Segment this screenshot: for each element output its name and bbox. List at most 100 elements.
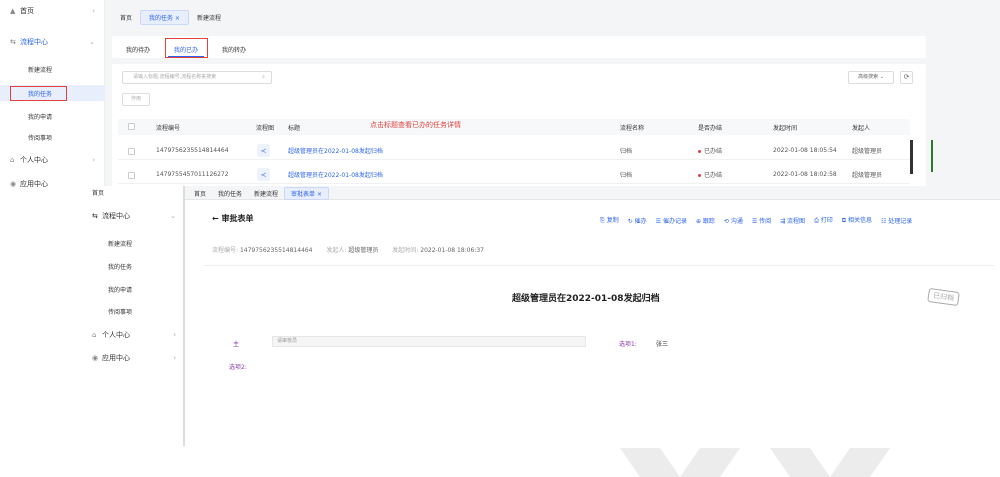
chevron-down-icon: ⌄ — [89, 38, 95, 46]
tab-my-tasks[interactable]: 我的任务 × — [140, 9, 189, 25]
select-all-checkbox[interactable] — [128, 123, 135, 130]
row-flow-name: 归档 — [620, 172, 633, 179]
chevron-right-icon: › — [173, 331, 176, 339]
flow-diagram-icon[interactable]: ≺ — [257, 168, 270, 181]
col-start-time: 发起时间 — [773, 124, 798, 132]
sidebar-item-label: 流程中心 — [102, 212, 130, 220]
chevron-right-icon: › — [173, 354, 176, 362]
flow-diagram-icon[interactable]: ≺ — [257, 144, 270, 157]
meta-line: 流程编号: 1479756235514814464 发起人: 超级管理员 发起时… — [212, 245, 484, 254]
row-status: 已办结 — [698, 146, 722, 155]
tab-new-flow[interactable]: 新建流程 — [189, 11, 229, 24]
col-title: 标题 — [288, 124, 301, 132]
sidebar-item-flow-center[interactable]: ⇆ 流程中心 ⌄ — [0, 33, 105, 51]
search-placeholder: 请输入标题,流程编号,流程名称来搜索 — [133, 74, 217, 80]
col-initiator: 发起人 — [852, 124, 871, 132]
col-id: 流程编号 — [156, 124, 181, 132]
copy-button[interactable]: ⎘ 复制 — [600, 215, 619, 225]
status-dot — [698, 174, 701, 177]
sidebar-item-new-flow[interactable]: 新建流程 — [0, 61, 105, 77]
sidebar-item-circulation[interactable]: 传阅事项 — [0, 129, 105, 145]
batch-button[interactable]: 作用 — [122, 93, 150, 106]
row-time: 2022-01-08 18:05:54 — [773, 147, 837, 154]
back-tab-bar: 首页 我的任务 × 新建流程 — [112, 8, 229, 26]
sidebar-item-circulation[interactable]: 传阅事项 — [108, 303, 132, 319]
row-status-text: 已办结 — [704, 172, 723, 179]
sidebar-item-my-requests[interactable]: 我的申请 — [108, 281, 132, 297]
meta-id: 1479756235514814464 — [239, 247, 313, 254]
tab-approval-form[interactable]: 审批表单 × — [284, 186, 329, 200]
back-to-list-title[interactable]: ← 审批表单 — [212, 213, 254, 224]
tab-new-flow[interactable]: 新建流程 — [248, 188, 284, 199]
sidebar-item-home[interactable]: ▲ 首页 › — [0, 2, 105, 20]
row-user: 超级管理员 — [852, 172, 883, 179]
field-main-input[interactable]: 请审核员 — [272, 336, 586, 347]
watermark-chevrons — [620, 448, 890, 477]
col-diagram: 流程图 — [256, 124, 275, 132]
sidebar-item-my-tasks[interactable]: 我的任务 — [108, 258, 132, 274]
advanced-search-button[interactable]: 高级搜索 ⌄ — [848, 71, 894, 84]
row-time: 2022-01-08 18:02:58 — [773, 171, 837, 178]
sidebar-item-label: 应用中心 — [102, 354, 130, 362]
chevron-right-icon: › — [92, 156, 95, 164]
row-flow-name: 归档 — [620, 148, 633, 155]
front-tab-bar: 首页 我的任务 新建流程 审批表单 × — [188, 186, 329, 200]
print-button[interactable]: ⎙ 打印 — [814, 215, 833, 225]
tab-home[interactable]: 首页 — [188, 188, 212, 199]
app-icon: ◉ — [10, 180, 17, 188]
sidebar-item-label: 流程中心 — [20, 38, 48, 46]
table-header: 流程编号 流程图 标题 流程名称 是否办结 发起时间 发起人 — [118, 119, 910, 135]
subtab-highlight-box — [165, 38, 208, 58]
table-scrollbar[interactable] — [910, 140, 913, 174]
option1-value: 张三 — [656, 341, 669, 348]
flowchart-button[interactable]: ⇶ 流程图 — [780, 216, 805, 225]
sidebar-item-home[interactable]: 首页 — [92, 186, 104, 198]
urge-button[interactable]: ↻ 催办 — [628, 216, 647, 225]
track-button[interactable]: ⊕ 跟踪 — [696, 216, 715, 225]
related-info-button[interactable]: ⧉ 相关信息 — [842, 215, 872, 225]
meta-time-label: 发起时间: — [392, 247, 419, 254]
option2-label: 选项2: — [229, 364, 247, 371]
sidebar-item-new-flow[interactable]: 新建流程 — [108, 235, 132, 251]
urge-record-button[interactable]: ☰ 催办记录 — [656, 216, 687, 225]
refresh-icon[interactable]: ⟳ — [900, 71, 913, 84]
tab-my-tasks[interactable]: 我的任务 — [212, 188, 248, 199]
row-title-link[interactable]: 超级管理员在2022-01-08发起归档 — [288, 146, 383, 155]
circulate-button[interactable]: ☰ 传阅 — [752, 216, 771, 225]
user-icon: ⌂ — [92, 331, 97, 339]
sidebar-item-label: 首页 — [20, 7, 34, 15]
sidebar-item-label: 应用中心 — [20, 180, 48, 188]
field-main-label: 主 — [233, 341, 240, 348]
sidebar-item-label: 个人中心 — [102, 331, 130, 339]
scroll-indicator — [931, 140, 933, 172]
meta-time: 2022-01-08 18:06:37 — [420, 247, 484, 254]
sidebar-item-label: 个人中心 — [20, 156, 48, 164]
sidebar-item-personal-center[interactable]: ⌂ 个人中心 › — [92, 326, 184, 344]
user-icon: ⌂ — [10, 156, 15, 164]
form-title: 超级管理员在2022-01-08发起归档 — [512, 294, 660, 304]
sidebar-item-app-center[interactable]: ◉ 应用中心 › — [92, 349, 184, 367]
flow-icon: ⇆ — [92, 212, 98, 220]
sidebar-item-my-requests[interactable]: 我的申请 — [0, 108, 105, 124]
process-record-button[interactable]: ☷ 处理记录 — [881, 216, 912, 225]
annotation-text: 点击标题查看已办的任务详情 — [370, 121, 461, 129]
communicate-button[interactable]: ⟲ 沟通 — [724, 216, 743, 225]
row-title-link[interactable]: 超级管理员在2022-01-08发起归档 — [288, 170, 383, 179]
subtab-todo[interactable]: 我的待办 — [120, 43, 156, 56]
front-sidebar: 首页 — [88, 186, 185, 446]
subtab-transferred[interactable]: 我的转办 — [216, 43, 252, 56]
status-dot — [698, 150, 701, 153]
tab-home[interactable]: 首页 — [112, 11, 140, 24]
meta-user-label: 发起人: — [326, 247, 347, 254]
row-status-text: 已办结 — [704, 148, 723, 155]
sidebar-item-personal-center[interactable]: ⌂ 个人中心 › — [0, 151, 105, 169]
row-user: 超级管理员 — [852, 148, 883, 155]
chevron-down-icon: ⌄ — [170, 212, 176, 220]
sidebar-item-flow-center[interactable]: ⇆ 流程中心 ⌄ — [92, 207, 184, 225]
meta-id-label: 流程编号: — [212, 247, 239, 254]
row-checkbox[interactable] — [128, 172, 135, 179]
search-icon: ⌕ — [262, 74, 265, 80]
row-checkbox[interactable] — [128, 148, 135, 155]
search-input[interactable]: 请输入标题,流程编号,流程名称来搜索 ⌕ — [122, 71, 272, 84]
meta-user: 超级管理员 — [348, 247, 379, 254]
